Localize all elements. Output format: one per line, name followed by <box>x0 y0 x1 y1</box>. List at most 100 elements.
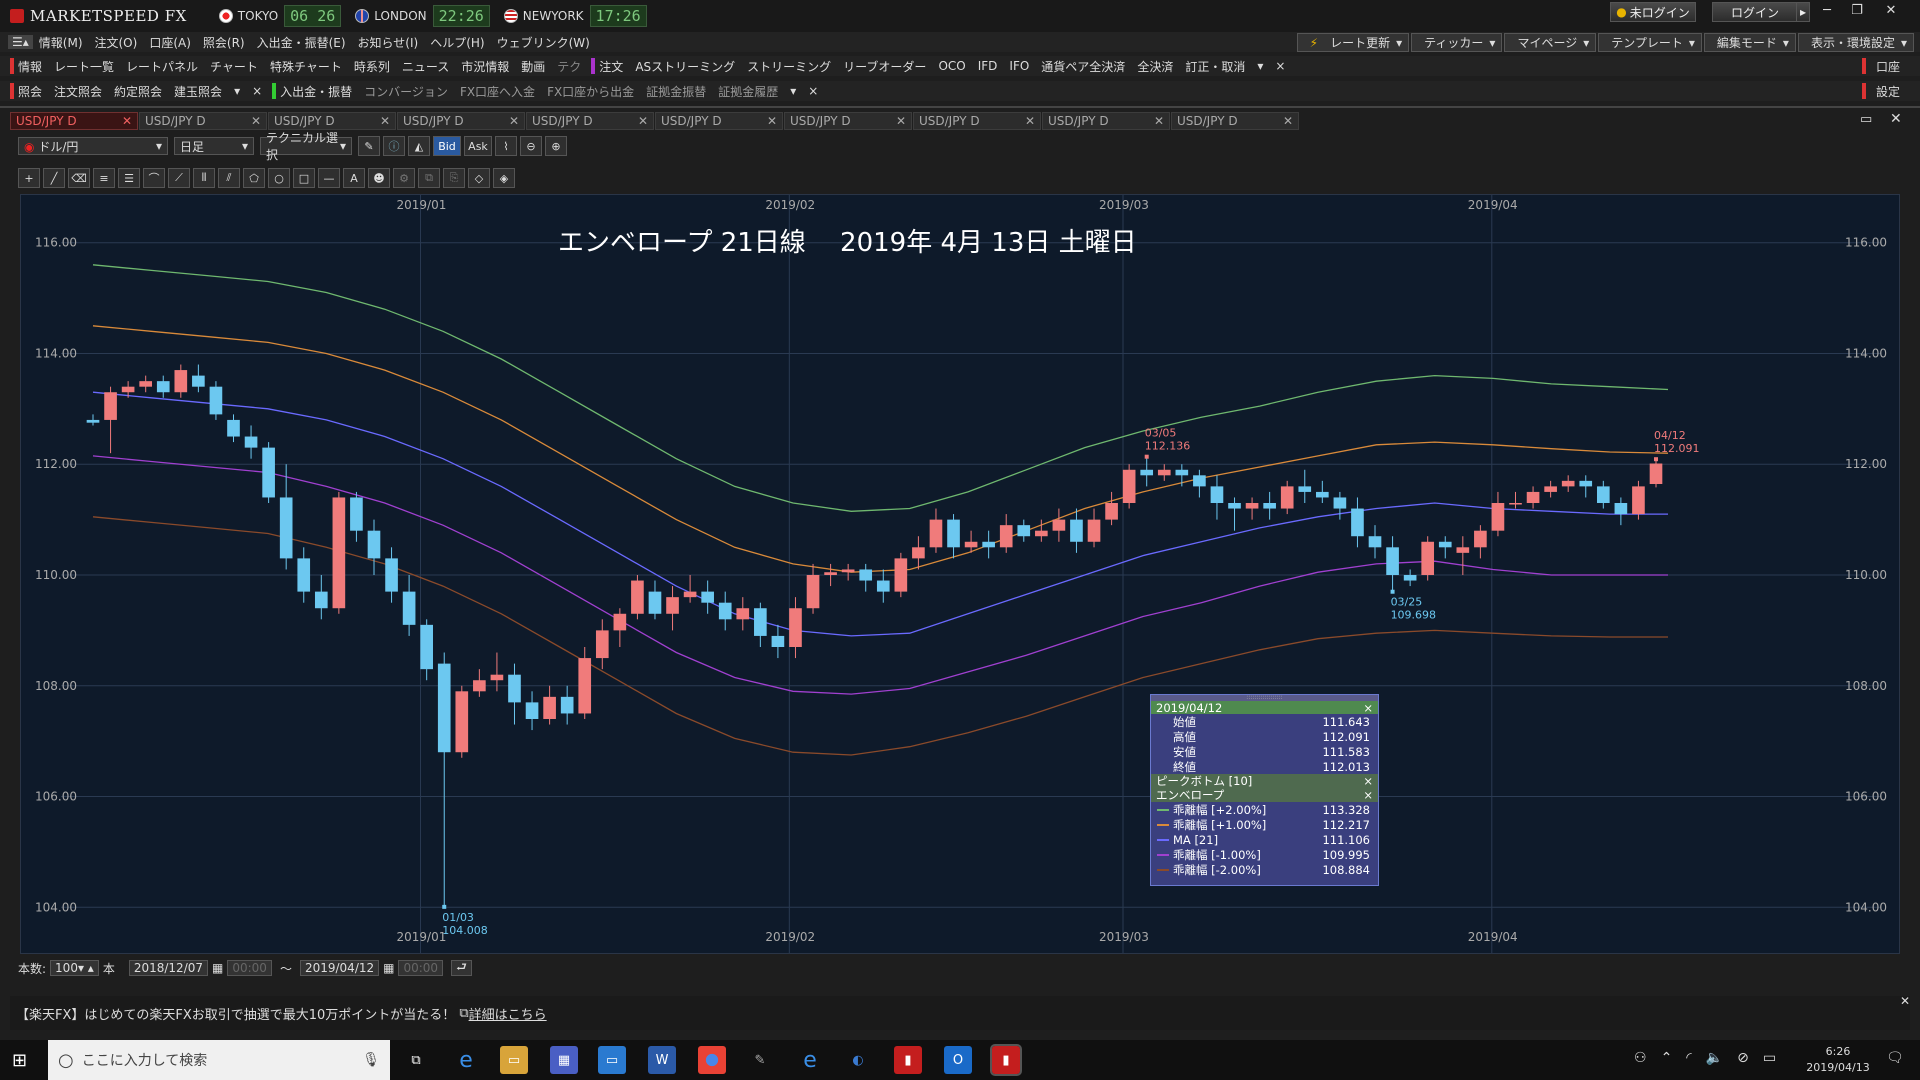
eraser-icon[interactable]: ⌫ <box>68 168 90 188</box>
quick-item[interactable]: ニュース <box>396 58 455 75</box>
reload-icon[interactable]: ⮐ <box>451 960 472 976</box>
close-icon[interactable]: × <box>246 84 268 98</box>
rectangle-icon[interactable]: □ <box>293 168 315 188</box>
login-button[interactable]: ログイン <box>1712 2 1798 22</box>
close-icon[interactable]: ✕ <box>509 114 519 128</box>
bid-button[interactable]: Bid <box>433 136 461 156</box>
quick-item[interactable]: コンバージョン <box>358 83 454 100</box>
ohlc-popup[interactable]: :::::::::::::::::: 2019/04/12 × 始値 111.643… <box>1150 694 1379 886</box>
people-icon[interactable]: ⚇ <box>1634 1050 1647 1066</box>
close-icon[interactable]: × <box>1363 788 1373 802</box>
settings-button[interactable]: 設定 <box>1870 83 1920 100</box>
pen-icon[interactable]: ✎ <box>358 136 380 156</box>
template-button[interactable]: テンプレート ▾ <box>1598 32 1702 52</box>
chevron-down-icon[interactable]: ▾ <box>228 84 246 98</box>
quick-item[interactable]: 約定照会 <box>108 83 168 100</box>
chart-type-icon[interactable]: ⌇ <box>495 136 517 156</box>
multi-hline-icon[interactable]: ☰ <box>118 168 140 188</box>
calendar-icon[interactable]: ▦ <box>383 961 394 975</box>
info-icon[interactable]: ⓘ <box>383 136 405 156</box>
close-icon[interactable]: ✕ <box>1025 114 1035 128</box>
task-view-icon[interactable]: ⧉ <box>402 1046 430 1074</box>
tab-usdjpy-10[interactable]: USD/JPY D ✕ <box>1171 112 1299 130</box>
zoom-out-icon[interactable]: ⊖ <box>520 136 542 156</box>
from-time-field[interactable]: 00:00 <box>227 960 272 976</box>
delete-icon[interactable]: ◇ <box>468 168 490 188</box>
quick-item[interactable]: レートパネル <box>120 58 204 75</box>
menu-toggle-icon[interactable]: ☰▴ <box>8 35 33 49</box>
close-panel-icon[interactable]: ✕ <box>1890 111 1902 127</box>
mypage-button[interactable]: マイページ ▾ <box>1504 32 1597 52</box>
vlines-icon[interactable]: ⦀ <box>193 168 215 188</box>
tab-usdjpy-1[interactable]: USD/JPY D ✕ <box>10 112 138 130</box>
close-icon[interactable]: ✕ <box>380 114 390 128</box>
area-chart-icon[interactable]: ◭ <box>408 136 430 156</box>
chevron-up-icon[interactable]: ⌃ <box>1661 1050 1673 1066</box>
tab-usdjpy-4[interactable]: USD/JPY D ✕ <box>397 112 525 130</box>
marketspeedfx-icon[interactable]: ▮ <box>990 1044 1022 1076</box>
close-icon[interactable]: ✕ <box>1283 114 1293 128</box>
file-explorer-icon[interactable]: ▭ <box>500 1046 528 1074</box>
network-icon[interactable]: ◜ <box>1686 1050 1691 1066</box>
menu-item[interactable]: ヘルプ(H) <box>424 34 490 51</box>
close-icon[interactable]: ✕ <box>1154 114 1164 128</box>
quick-item[interactable]: 証拠金履歴 <box>712 83 784 100</box>
trendline-icon[interactable]: ╱ <box>43 168 65 188</box>
zoom-in-icon[interactable]: ⊕ <box>545 136 567 156</box>
restore-icon[interactable]: ❐ <box>1840 0 1874 20</box>
fan-icon[interactable]: ⟋ <box>168 168 190 188</box>
paste-icon[interactable]: ⎘ <box>443 168 465 188</box>
app-icon[interactable]: ◐ <box>844 1046 872 1074</box>
delete-all-icon[interactable]: ◈ <box>493 168 515 188</box>
quick-item[interactable]: IFO <box>1003 59 1035 73</box>
chart-area[interactable]: 116.00 116.00 114.00 114.00 112.00 112.00 110.… <box>20 194 1900 954</box>
tab-usdjpy-5[interactable]: USD/JPY D ✕ <box>526 112 654 130</box>
chrome-icon[interactable] <box>698 1046 726 1074</box>
close-icon[interactable]: × <box>1363 701 1373 715</box>
circle-icon[interactable]: ○ <box>268 168 290 188</box>
tab-usdjpy-3[interactable]: USD/JPY D ✕ <box>268 112 396 130</box>
text-icon[interactable]: A <box>343 168 365 188</box>
volume-icon[interactable]: 🔈 <box>1706 1050 1723 1066</box>
quick-item[interactable]: 建玉照会 <box>168 83 228 100</box>
app-window-icon[interactable]: ▭ <box>598 1046 626 1074</box>
quick-item[interactable]: FX口座へ入金 <box>454 83 541 100</box>
menu-item[interactable]: 照会(R) <box>197 34 251 51</box>
quick-item[interactable]: 動画 <box>515 58 551 75</box>
account-button[interactable]: 口座 <box>1870 58 1920 75</box>
quick-item[interactable]: テク <box>551 58 587 75</box>
close-icon[interactable]: × <box>1363 774 1373 788</box>
technical-select[interactable]: テクニカル選択 ▾ <box>260 131 352 162</box>
security-icon[interactable]: ⊘ <box>1737 1050 1749 1066</box>
calculator-icon[interactable]: ▦ <box>550 1046 578 1074</box>
word-icon[interactable]: W <box>648 1046 676 1074</box>
quick-item[interactable]: ASストリーミング <box>629 58 741 75</box>
quick-item[interactable]: 時系列 <box>348 58 396 75</box>
quick-item[interactable]: 市況情報 <box>455 58 515 75</box>
copy-icon[interactable]: ⧉ <box>418 168 440 188</box>
close-icon[interactable]: ✕ <box>1900 994 1910 1008</box>
taskbar-search[interactable]: ○ ここに入力して検索 🎙 <box>48 1040 390 1080</box>
menu-item[interactable]: 入出金・振替(E) <box>251 34 352 51</box>
ask-button[interactable]: Ask <box>464 136 492 156</box>
tab-usdjpy-2[interactable]: USD/JPY D ✕ <box>139 112 267 130</box>
tab-usdjpy-9[interactable]: USD/JPY D ✕ <box>1042 112 1170 130</box>
edit-mode-button[interactable]: 編集モード ▾ <box>1703 32 1796 52</box>
pair-select[interactable]: ◉ ドル/円 ▾ <box>18 137 168 155</box>
login-arrow-button[interactable]: ▸ <box>1796 2 1810 22</box>
close-icon[interactable]: ✕ <box>1874 0 1908 20</box>
close-icon[interactable]: ✕ <box>638 114 648 128</box>
quick-item[interactable]: 注文照会 <box>48 83 108 100</box>
settings-gear-icon[interactable]: ⚙ <box>393 168 415 188</box>
rate-update-button[interactable]: ⚡ レート更新 ▾ <box>1296 32 1410 52</box>
tab-usdjpy-7[interactable]: USD/JPY D ✕ <box>784 112 912 130</box>
quick-item[interactable]: 通貨ペア全決済 <box>1035 58 1131 75</box>
quick-item[interactable]: ストリーミング <box>741 58 837 75</box>
menu-item[interactable]: お知らせ(I) <box>352 34 425 51</box>
menu-item[interactable]: 情報(M) <box>33 34 89 51</box>
quick-item[interactable]: IFD <box>972 59 1004 73</box>
outlook-icon[interactable]: O <box>944 1046 972 1074</box>
icon-tool-icon[interactable]: ☻ <box>368 168 390 188</box>
hline-icon[interactable]: ≡ <box>93 168 115 188</box>
notification-icon[interactable]: 🗨 <box>1886 1050 1904 1066</box>
